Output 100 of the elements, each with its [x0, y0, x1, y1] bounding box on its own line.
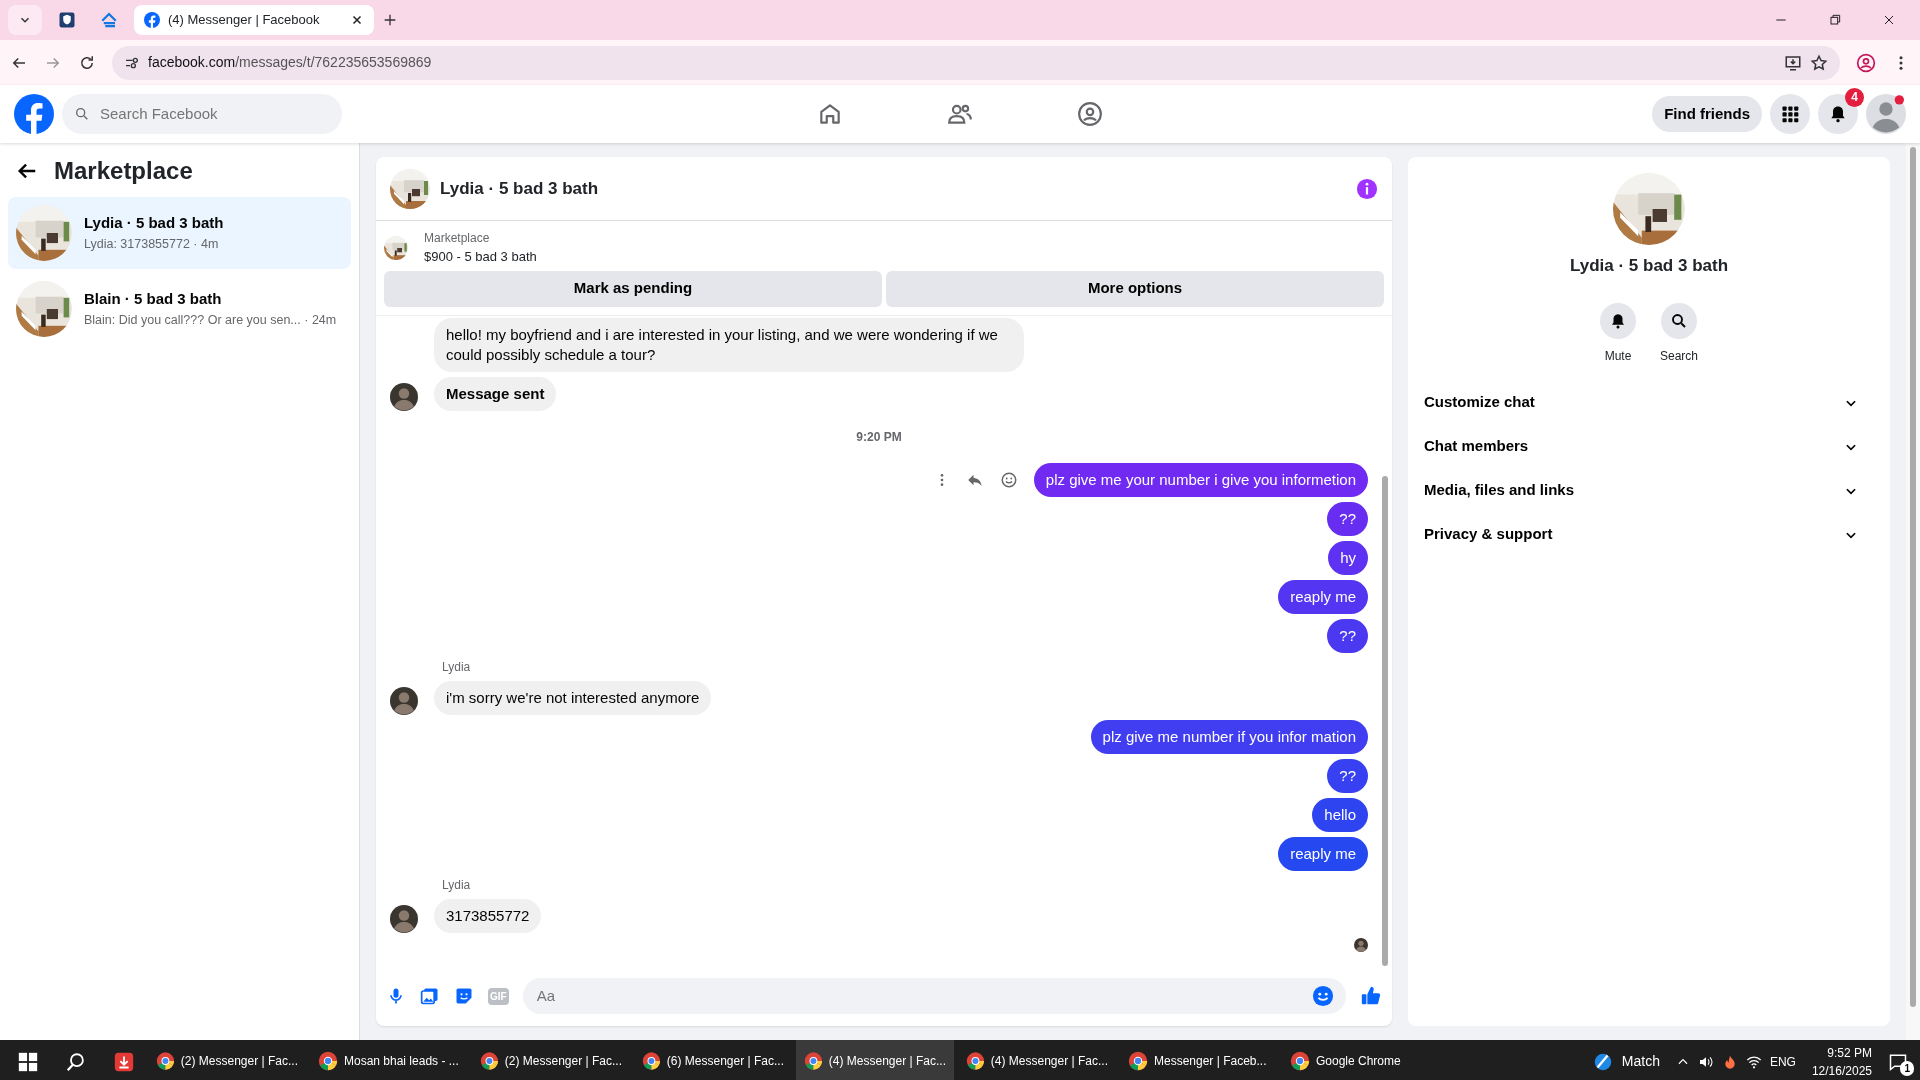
chrome-icon	[966, 1050, 985, 1071]
action-button[interactable]: Mark as pending	[384, 270, 882, 307]
photos-icon[interactable]	[420, 986, 440, 1006]
taskbar-item[interactable]: (6) Messenger | Fac...	[634, 1040, 792, 1080]
search-icon	[74, 106, 90, 122]
menu-button[interactable]	[1770, 94, 1810, 134]
url-text: facebook.com/messages/t/762235653569869	[148, 53, 433, 72]
language-indicator[interactable]: ENG	[1769, 1052, 1796, 1071]
sender-name: Lydia	[442, 876, 472, 894]
message-bubble: plz give me number if you infor mation	[1090, 719, 1368, 754]
find-friends-button[interactable]: Find friends	[1652, 96, 1762, 132]
emoji-icon[interactable]	[1312, 985, 1334, 1007]
star-icon[interactable]	[1810, 53, 1828, 72]
section-header[interactable]: Media, files and links	[1424, 468, 1874, 513]
listing-title[interactable]: $900 - 5 bad 3 bath	[424, 247, 537, 267]
chrome-icon	[480, 1050, 499, 1071]
facebook-logo[interactable]	[14, 94, 54, 134]
groups-icon[interactable]	[1077, 101, 1103, 127]
sticker-icon[interactable]	[454, 986, 474, 1006]
chrome-icon	[804, 1050, 823, 1071]
avatar-icon	[390, 904, 418, 933]
profile-icon[interactable]	[1856, 52, 1876, 73]
button-label: Search	[1660, 347, 1698, 365]
message-field[interactable]: Aa	[534, 983, 1312, 1009]
contact-name: Lydia · 5 bad 3 bath	[1569, 255, 1729, 277]
browser-tab[interactable]: (4) Messenger | Facebook	[134, 5, 374, 35]
new-tab-icon[interactable]	[382, 12, 398, 28]
section-header[interactable]: Customize chat	[1424, 380, 1874, 425]
taskbar-item[interactable]: Google Chrome	[1282, 1040, 1440, 1080]
taskbar-item[interactable]: (4) Messenger | Fac...	[958, 1040, 1116, 1080]
emoji-icon[interactable]	[999, 470, 1018, 489]
taskbar-item[interactable]: (2) Messenger | Fac...	[472, 1040, 630, 1080]
restore-icon[interactable]	[1827, 12, 1843, 28]
message-bubble: ??	[1327, 618, 1368, 653]
message-bar[interactable]: Aa	[522, 978, 1346, 1014]
menu-icon	[1780, 104, 1800, 124]
install-icon[interactable]	[1784, 53, 1802, 72]
conversation-title: Lydia · 5 bad 3 bath	[84, 213, 224, 234]
clock-time[interactable]: 9:52 PM	[1827, 1043, 1872, 1062]
message-preview: Lydia: 3173855772 · 4m	[84, 235, 220, 253]
message-preview: Blain: Did you call??? Or are you sen... · 24m	[84, 311, 337, 329]
close-icon[interactable]	[350, 13, 364, 27]
taskbar-item[interactable]: (4) Messenger | Fac...	[796, 1040, 954, 1080]
tab-title: (4) Messenger | Facebook	[168, 11, 321, 30]
notification-badge: 4	[1845, 88, 1864, 107]
taskbar-item[interactable]: (2) Messenger | Fac...	[148, 1040, 306, 1080]
conversation-title: Blain · 5 bad 3 bath	[84, 289, 223, 310]
message-bubble: 3173855772	[434, 898, 542, 933]
windows-icon[interactable]	[17, 1050, 39, 1073]
chrome-icon	[642, 1050, 661, 1071]
message-bubble: ??	[1327, 758, 1368, 793]
page-scrollbar[interactable]	[1910, 147, 1916, 1007]
clock-date[interactable]: 12/16/2025	[1811, 1061, 1872, 1080]
info-icon[interactable]	[1356, 177, 1378, 200]
search-icon[interactable]	[65, 1050, 87, 1073]
search-button[interactable]	[1661, 302, 1697, 339]
taskbar-item[interactable]: Messenger | Faceb...	[1120, 1040, 1278, 1080]
scrollbar[interactable]	[1382, 475, 1388, 966]
chrome-icon	[318, 1050, 338, 1071]
section-header[interactable]: Privacy & support	[1424, 512, 1874, 557]
action-button[interactable]: More options	[886, 270, 1384, 307]
shield-icon	[58, 11, 76, 29]
home-icon[interactable]	[817, 101, 843, 127]
section-header[interactable]: Chat members	[1424, 424, 1874, 469]
sidebar-title: Marketplace	[54, 156, 193, 186]
message-bubble: hello! my boyfriend and i are interested in your listing, and we were wondering if we could possibly schedule a tour?	[434, 317, 1024, 372]
notifications-button[interactable]	[1818, 94, 1858, 134]
facebook-icon	[144, 12, 160, 28]
chat-title[interactable]: Lydia · 5 bad 3 bath	[440, 175, 1346, 202]
conversation-item[interactable]: Blain · 5 bad 3 bath Blain: Did you call??? Or are you sen... · 24m	[8, 273, 351, 345]
avatar-icon	[390, 686, 418, 715]
seen-avatar-icon	[1354, 937, 1368, 952]
mute-button[interactable]	[1600, 302, 1636, 339]
search-field[interactable]: Search Facebook	[98, 101, 330, 127]
chrome-icon	[1290, 1050, 1310, 1071]
account-avatar[interactable]	[1866, 94, 1906, 134]
download-app-icon[interactable]	[113, 1050, 135, 1073]
search-bar[interactable]: Search Facebook	[62, 94, 342, 134]
conversation-item[interactable]: Lydia · 5 bad 3 bath Lydia: 3173855772 · 4m	[8, 197, 351, 269]
message-bubble: hello	[1312, 797, 1368, 832]
message-bubble: reaply me	[1278, 579, 1368, 614]
notification-count: 1	[1900, 1060, 1914, 1076]
taskbar-item[interactable]: Mosan bhai leads - ...	[310, 1040, 468, 1080]
listing-source: Marketplace	[424, 230, 491, 247]
chrome-icon	[156, 1050, 175, 1071]
bell-icon	[1609, 311, 1627, 330]
message-bubble: ??	[1327, 501, 1368, 536]
message-bubble: reaply me	[1278, 836, 1368, 871]
message-bubble: Message sent	[434, 376, 557, 411]
message-bubble: plz give me your number i give you informetion	[1033, 462, 1368, 497]
weather-widget[interactable]: Match	[1591, 1050, 1660, 1073]
thumbs-up-icon[interactable]	[1360, 985, 1382, 1007]
reload-icon[interactable]	[78, 53, 96, 72]
timestamp: 9:20 PM	[855, 428, 903, 446]
message-bubble: i'm sorry we're not interested anymore	[434, 680, 712, 715]
button-label: Mute	[1604, 347, 1632, 365]
address-bar[interactable]: facebook.com/messages/t/762235653569869	[112, 45, 1840, 80]
avatar-icon	[390, 382, 418, 411]
message-bubble: hy	[1328, 540, 1368, 575]
search-icon	[1670, 311, 1688, 330]
